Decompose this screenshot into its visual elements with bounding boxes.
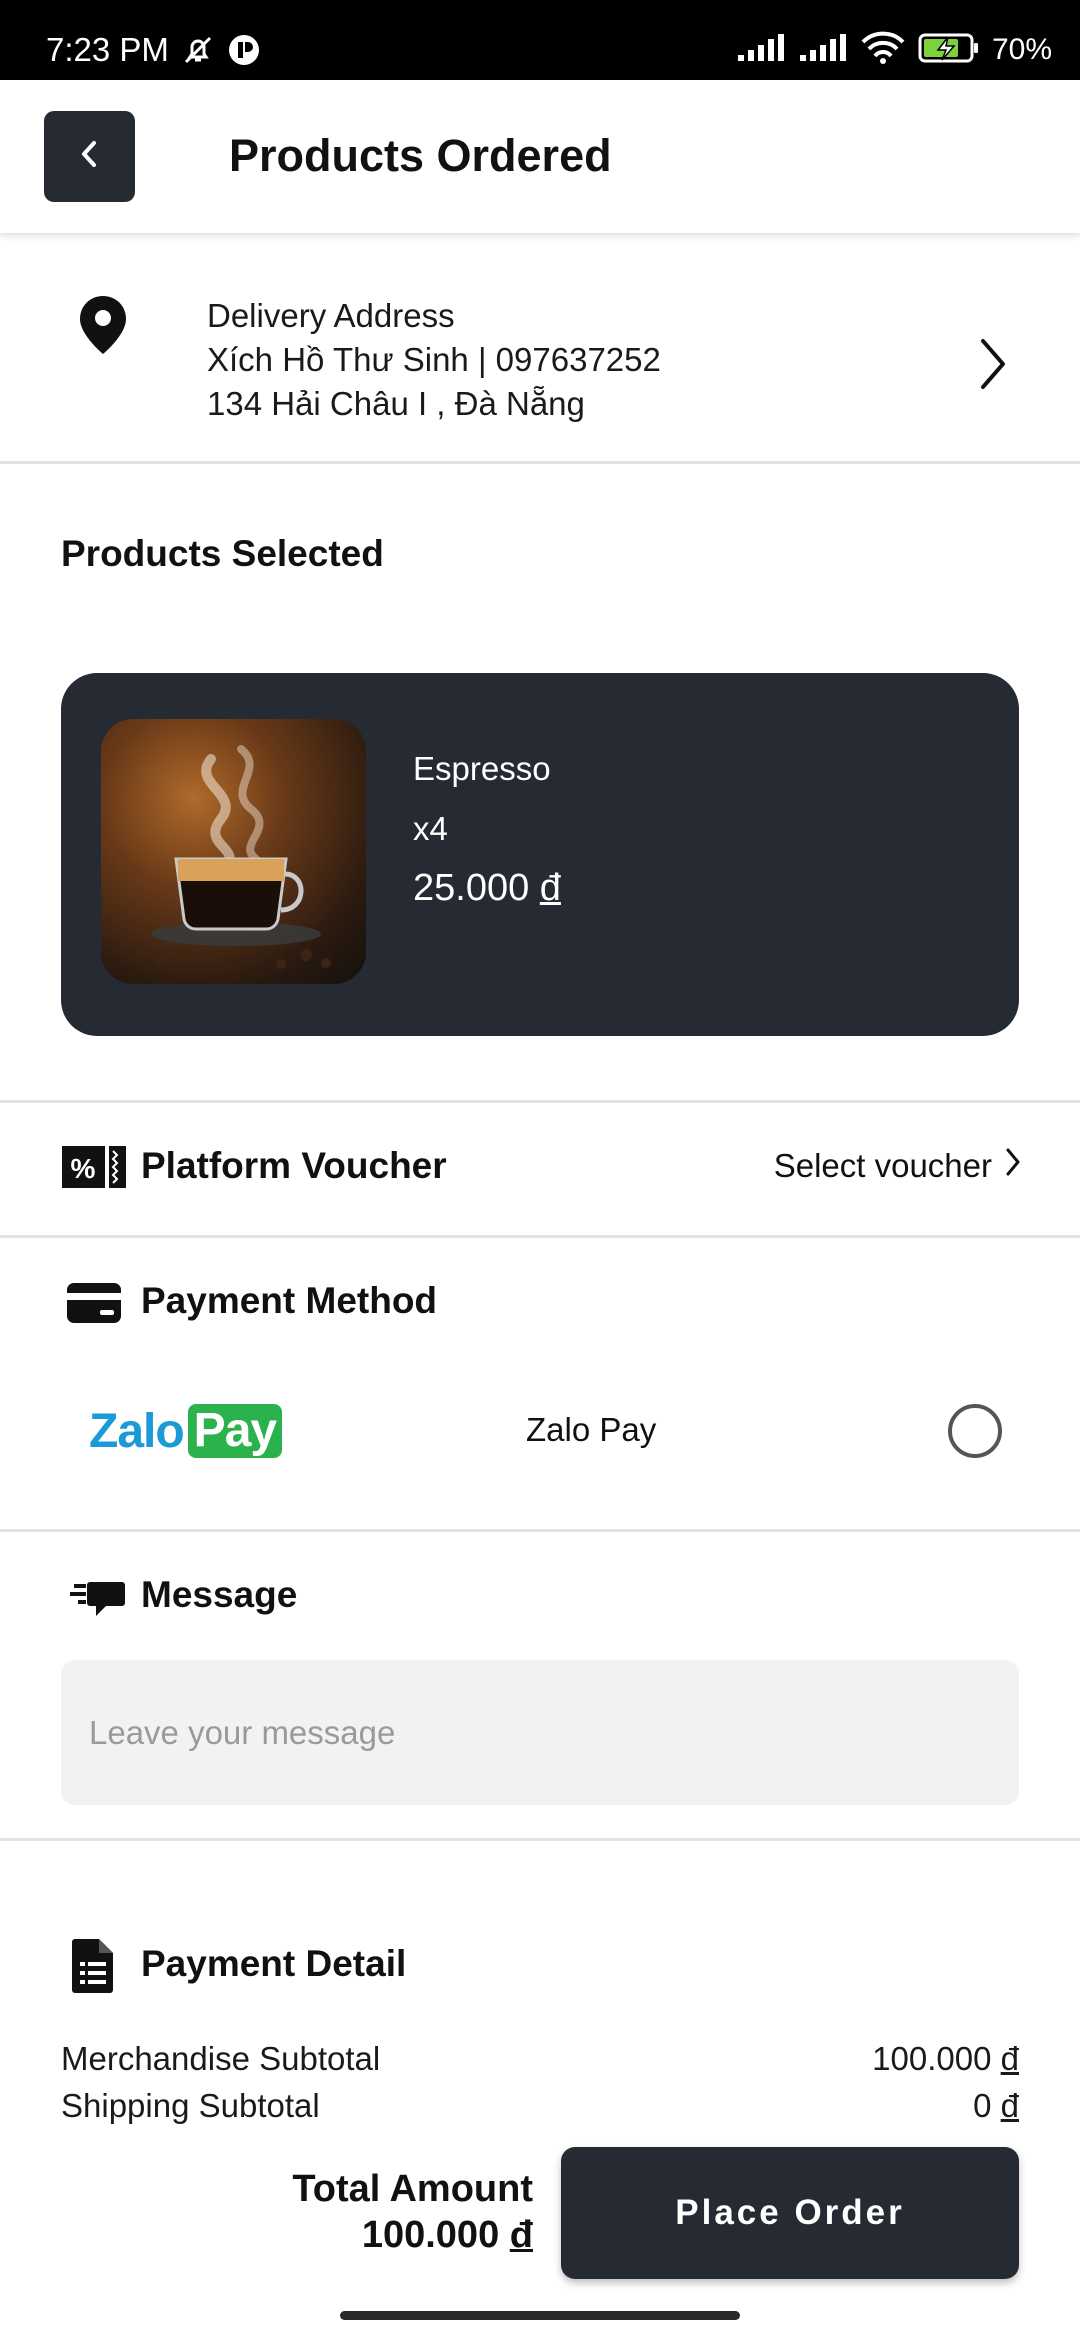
payment-option-zalopay[interactable]: Zalo Pay Zalo Pay — [0, 1380, 1080, 1480]
location-pin-icon — [76, 294, 130, 361]
credit-card-icon — [66, 1282, 122, 1329]
payment-option-label: Zalo Pay — [526, 1411, 657, 1448]
total-amount: Total Amount 100.000 đ — [292, 2166, 533, 2258]
detail-label: Merchandise Subtotal — [61, 2040, 381, 2077]
address-label: Delivery Address — [207, 297, 455, 334]
battery-percent: 70% — [991, 33, 1052, 66]
message-input[interactable] — [61, 1660, 1019, 1805]
address-name-phone: Xích Hồ Thư Sinh | 097637252 — [207, 341, 661, 378]
products-section-title: Products Selected — [61, 533, 384, 574]
divider — [0, 1529, 1080, 1532]
back-button[interactable] — [44, 111, 135, 202]
chevron-right-icon — [976, 337, 1010, 396]
svg-text:%: % — [71, 1153, 96, 1184]
detail-value: 0 đ — [973, 2087, 1019, 2124]
app-notification-icon — [226, 32, 262, 73]
signal-icon — [798, 33, 848, 68]
payment-option-radio[interactable] — [948, 1404, 1002, 1458]
home-indicator[interactable] — [340, 2311, 740, 2320]
message-title: Message — [141, 1574, 298, 1615]
wifi-icon — [860, 31, 906, 70]
status-time: 7:23 PM — [46, 31, 169, 68]
chevron-left-icon — [75, 137, 105, 176]
product-name: Espresso — [413, 750, 551, 787]
voucher-ticket-icon: % — [61, 1145, 127, 1194]
payment-method-title: Payment Method — [141, 1280, 438, 1321]
chevron-right-icon — [1004, 1146, 1022, 1186]
checkout-footer: Total Amount 100.000 đ Place Order — [0, 2130, 1080, 2340]
chat-bubble-icon — [70, 1578, 126, 1625]
voucher-title: Platform Voucher — [141, 1145, 447, 1186]
battery-charging-icon — [918, 32, 980, 69]
product-card[interactable]: Espresso x4 25.000 đ — [61, 673, 1019, 1036]
detail-value: 100.000 đ — [872, 2040, 1019, 2077]
product-price: 25.000 đ — [413, 867, 561, 909]
mute-bell-icon — [180, 32, 216, 73]
payment-detail-title: Payment Detail — [141, 1943, 407, 1984]
product-image — [101, 719, 366, 984]
zalopay-logo: Zalo Pay — [89, 1404, 283, 1458]
total-label: Total Amount — [292, 2168, 533, 2210]
total-value: 100.000 đ — [361, 2214, 533, 2256]
merchandise-subtotal-row: Merchandise Subtotal 100.000 đ — [61, 2038, 1019, 2080]
select-voucher-link[interactable]: Select voucher — [774, 1146, 1022, 1186]
shipping-subtotal-row: Shipping Subtotal 0 đ — [61, 2085, 1019, 2127]
detail-label: Shipping Subtotal — [61, 2087, 320, 2124]
status-bar: 7:23 PM 70% — [0, 0, 1080, 80]
address-street: 134 Hải Châu I , Đà Nẵng — [207, 385, 585, 422]
place-order-button[interactable]: Place Order — [561, 2147, 1019, 2279]
divider — [0, 1235, 1080, 1238]
signal-icon — [736, 33, 786, 68]
delivery-address-row[interactable]: Delivery Address Xích Hồ Thư Sinh | 0976… — [0, 234, 1080, 464]
product-quantity: x4 — [413, 810, 448, 847]
document-list-icon — [70, 1938, 116, 1999]
app-header: Products Ordered — [0, 80, 1080, 234]
page-title: Products Ordered — [229, 130, 612, 181]
divider — [0, 1838, 1080, 1841]
divider — [0, 1100, 1080, 1103]
